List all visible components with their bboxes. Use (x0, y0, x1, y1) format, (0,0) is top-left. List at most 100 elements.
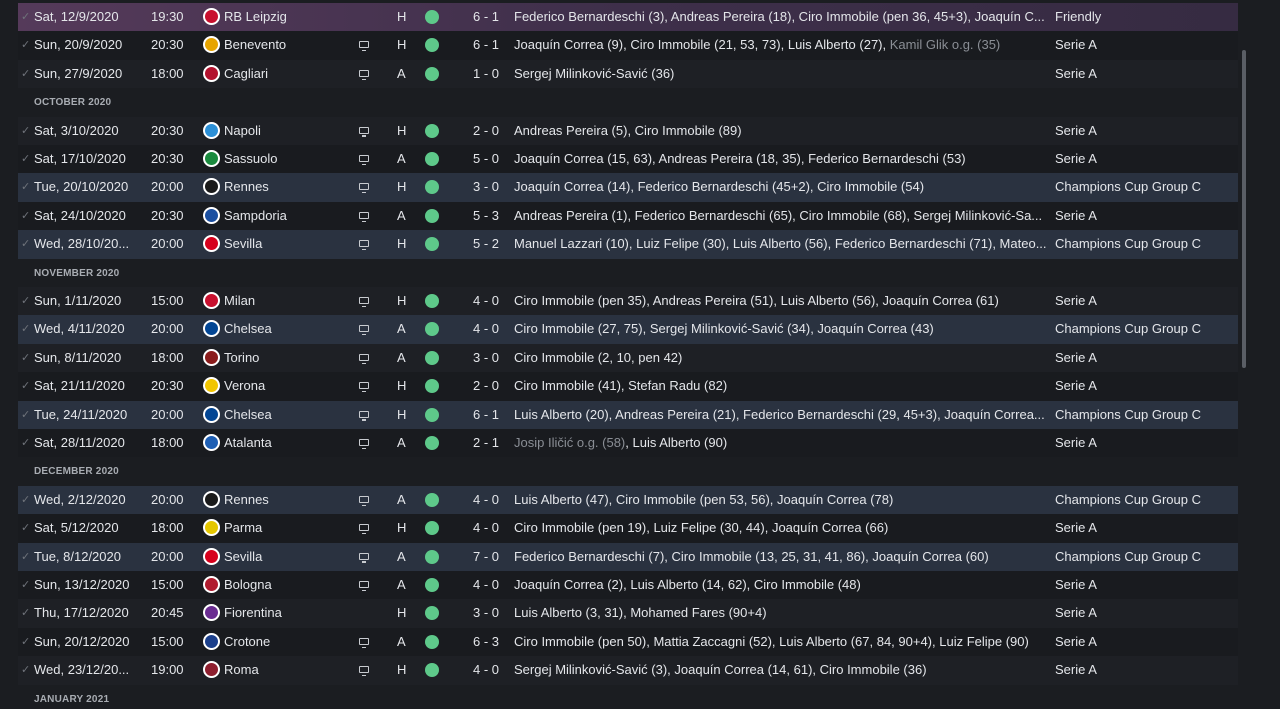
opponent-name[interactable]: Napoli (224, 117, 344, 145)
score-separator: - (480, 605, 492, 621)
rennes-crest-icon (203, 178, 220, 196)
fixture-row[interactable]: Tue, 24/11/2020 20:00 Chelsea H 6 - 1 Luis Al… (18, 400, 1238, 430)
fixture-row[interactable]: Wed, 28/10/20... 20:00 Sevilla H 5 - 2 Manuel… (18, 230, 1238, 259)
fixture-row[interactable]: Sat, 24/10/2020 20:30 Sampdoria A 5 - 3 Andre… (18, 201, 1238, 231)
opponent-name[interactable]: Cagliari (224, 60, 344, 88)
fixture-row[interactable]: Wed, 23/12/20... 19:00 Roma H 4 - 0 Sergej Mi… (18, 656, 1238, 685)
fixture-row[interactable]: Sat, 12/9/2020 19:30 RB Leipzig H 6 - 1 Feder… (18, 3, 1238, 32)
opponent-name[interactable]: Parma (224, 514, 344, 542)
opponent-name[interactable]: Torino (224, 344, 344, 372)
competition[interactable]: Champions Cup Group C (1055, 315, 1235, 343)
opponent-name[interactable]: Bologna (224, 571, 344, 599)
match-score[interactable]: 4 - 0 (466, 571, 506, 599)
competition[interactable]: Serie A (1055, 117, 1235, 145)
match-score[interactable]: 5 - 2 (466, 230, 506, 258)
match-score[interactable]: 3 - 0 (466, 599, 506, 627)
tv-broadcast-cell (358, 571, 372, 599)
opponent-name[interactable]: Milan (224, 287, 344, 315)
opponent-name[interactable]: Atalanta (224, 429, 344, 457)
score-away: 0 (491, 577, 500, 593)
match-score[interactable]: 4 - 0 (466, 315, 506, 343)
competition[interactable]: Serie A (1055, 372, 1235, 400)
match-score[interactable]: 5 - 3 (466, 202, 506, 230)
score-away: 0 (491, 491, 500, 507)
competition[interactable]: Friendly (1055, 3, 1235, 31)
fixture-row[interactable]: Sat, 5/12/2020 18:00 Parma H 4 - 0 Ciro Immob… (18, 514, 1238, 543)
fixture-row[interactable]: Sun, 1/11/2020 15:00 Milan H 4 - 0 Ciro Immob… (18, 287, 1238, 316)
opponent-name[interactable]: Verona (224, 372, 344, 400)
fixture-row[interactable]: Sat, 21/11/2020 20:30 Verona H 2 - 0 Ciro Imm… (18, 372, 1238, 401)
competition[interactable]: Serie A (1055, 514, 1235, 542)
opponent-name[interactable]: Sevilla (224, 543, 344, 571)
match-score[interactable]: 4 - 0 (466, 656, 506, 684)
competition[interactable]: Serie A (1055, 628, 1235, 656)
opponent-name[interactable]: Sevilla (224, 230, 344, 258)
competition[interactable]: Serie A (1055, 31, 1235, 59)
competition[interactable]: Champions Cup Group C (1055, 401, 1235, 429)
played-check-icon (21, 372, 33, 400)
fixture-row[interactable]: Tue, 8/12/2020 20:00 Sevilla A 7 - 0 Federico… (18, 542, 1238, 572)
competition[interactable]: Serie A (1055, 429, 1235, 457)
opponent-name[interactable]: Chelsea (224, 315, 344, 343)
competition[interactable]: Champions Cup Group C (1055, 173, 1235, 201)
competition[interactable]: Serie A (1055, 599, 1235, 627)
fixture-row[interactable]: Sun, 27/9/2020 18:00 Cagliari A 1 - 0 Sergej … (18, 59, 1238, 89)
venue: A (397, 151, 406, 167)
competition[interactable]: Champions Cup Group C (1055, 230, 1235, 258)
opponent-name[interactable]: Crotone (224, 628, 344, 656)
win-dot-icon (425, 123, 439, 138)
match-score[interactable]: 3 - 0 (466, 344, 506, 372)
match-score[interactable]: 3 - 0 (466, 173, 506, 201)
opponent-name[interactable]: Fiorentina (224, 599, 344, 627)
opponent-name[interactable]: RB Leipzig (224, 3, 344, 31)
competition[interactable]: Serie A (1055, 656, 1235, 684)
opponent-name[interactable]: Benevento (224, 31, 344, 59)
fixture-row[interactable]: Wed, 4/11/2020 20:00 Chelsea A 4 - 0 Ciro Imm… (18, 315, 1238, 344)
competition[interactable]: Serie A (1055, 145, 1235, 173)
match-score[interactable]: 2 - 1 (466, 429, 506, 457)
competition[interactable]: Champions Cup Group C (1055, 486, 1235, 514)
match-score[interactable]: 6 - 3 (466, 628, 506, 656)
match-score[interactable]: 2 - 0 (466, 117, 506, 145)
opponent-name[interactable]: Sampdoria (224, 202, 344, 230)
match-score[interactable]: 4 - 0 (466, 287, 506, 315)
scorers-text: Luis Alberto (47), Ciro Immobile (pen 53… (514, 491, 894, 507)
fixture-row[interactable]: Sat, 17/10/2020 20:30 Sassuolo A 5 - 0 Joaquí… (18, 145, 1238, 174)
fixture-row[interactable]: Sat, 28/11/2020 18:00 Atalanta A 2 - 1 Josip … (18, 429, 1238, 458)
competition[interactable]: Serie A (1055, 287, 1235, 315)
match-score[interactable]: 6 - 1 (466, 31, 506, 59)
fixture-row[interactable]: Sat, 3/10/2020 20:30 Napoli H 2 - 0 Andreas P… (18, 116, 1238, 145)
fixture-row[interactable]: Sun, 20/9/2020 20:30 Benevento H 6 - 1 Joaquí… (18, 31, 1238, 60)
vertical-scrollbar[interactable] (1242, 50, 1246, 368)
match-score[interactable]: 1 - 0 (466, 60, 506, 88)
competition[interactable]: Serie A (1055, 60, 1235, 88)
competition[interactable]: Serie A (1055, 344, 1235, 372)
fixture-row[interactable]: Wed, 2/12/2020 20:00 Rennes A 4 - 0 Luis Albe… (18, 485, 1238, 515)
match-score[interactable]: 7 - 0 (466, 543, 506, 571)
tv-icon (359, 297, 369, 308)
competition[interactable]: Champions Cup Group C (1055, 543, 1235, 571)
match-score[interactable]: 4 - 0 (466, 486, 506, 514)
match-score[interactable]: 5 - 0 (466, 145, 506, 173)
match-score[interactable]: 6 - 1 (466, 3, 506, 31)
match-score[interactable]: 4 - 0 (466, 514, 506, 542)
fixture-row[interactable]: Tue, 20/10/2020 20:00 Rennes H 3 - 0 Joaquín … (18, 173, 1238, 202)
opponent-name[interactable]: Chelsea (224, 401, 344, 429)
competition[interactable]: Serie A (1055, 571, 1235, 599)
opponent-name[interactable]: Rennes (224, 173, 344, 201)
opponent-name[interactable]: Rennes (224, 486, 344, 514)
opponent-crest (202, 429, 222, 457)
venue: H (397, 605, 407, 621)
fixture-row[interactable]: Sun, 20/12/2020 15:00 Crotone A 6 - 3 Ciro Im… (18, 627, 1238, 657)
opponent-name[interactable]: Roma (224, 656, 344, 684)
competition[interactable]: Serie A (1055, 202, 1235, 230)
opponent-name[interactable]: Sassuolo (224, 145, 344, 173)
score-away: 0 (491, 662, 500, 678)
venue: A (397, 548, 406, 564)
fixture-row[interactable]: Sun, 13/12/2020 15:00 Bologna A 4 - 0 Joaquín… (18, 571, 1238, 600)
fixture-row[interactable]: Sun, 8/11/2020 18:00 Torino A 3 - 0 Ciro Immo… (18, 343, 1238, 373)
match-score[interactable]: 2 - 0 (466, 372, 506, 400)
match-score[interactable]: 6 - 1 (466, 401, 506, 429)
tv-broadcast-cell (358, 372, 372, 400)
fixture-row[interactable]: Thu, 17/12/2020 20:45 Fiorentina H 3 - 0 Luis… (18, 599, 1238, 628)
